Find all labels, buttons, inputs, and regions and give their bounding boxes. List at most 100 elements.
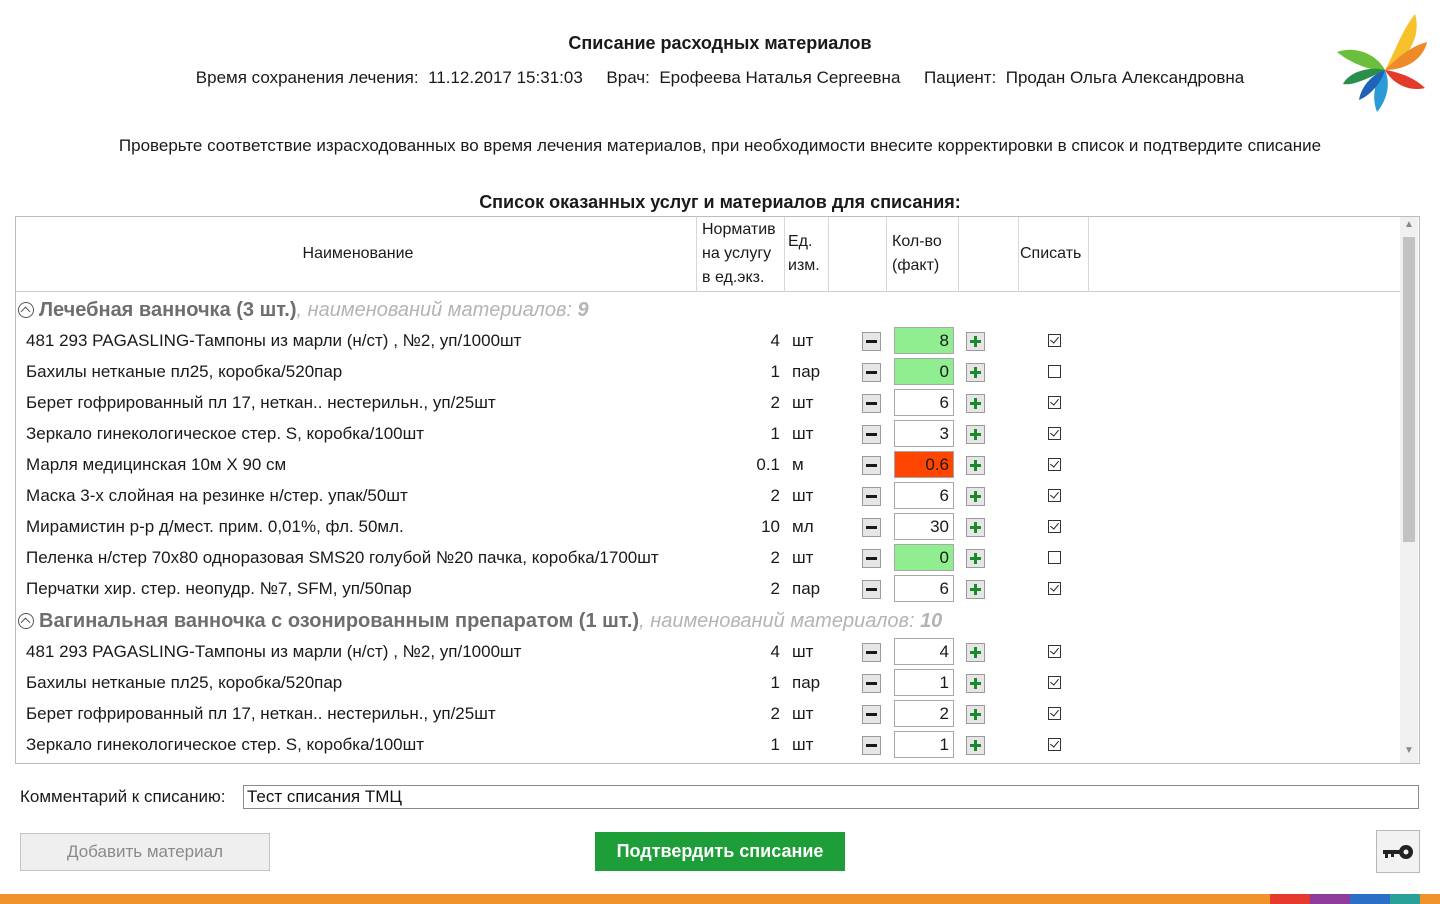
increase-qty-button[interactable] — [966, 332, 985, 351]
column-header-norm-line1: Норматив — [702, 221, 776, 238]
increase-qty-button[interactable] — [966, 425, 985, 444]
table-row: Бахилы нетканые пл25, коробка/520пар 1 пар… — [16, 668, 1400, 699]
decrease-qty-button[interactable] — [862, 736, 881, 755]
column-header-norm-line2: на услугу — [702, 245, 772, 262]
column-header-writeoff[interactable]: Списать — [1020, 217, 1090, 291]
decrease-qty-button[interactable] — [862, 425, 881, 444]
decrease-qty-button[interactable] — [862, 705, 881, 724]
increase-qty-button[interactable] — [966, 674, 985, 693]
scroll-thumb[interactable] — [1403, 237, 1415, 542]
table-row: 481 293 PAGASLING-Тампоны из марли (н/ст… — [16, 637, 1400, 668]
increase-qty-button[interactable] — [966, 643, 985, 662]
qty-input[interactable]: 6 — [894, 575, 954, 602]
writeoff-checkbox[interactable] — [1048, 582, 1061, 595]
column-header-name[interactable]: Наименование — [16, 217, 700, 291]
writeoff-checkbox[interactable] — [1048, 676, 1061, 689]
column-separator — [1088, 217, 1089, 291]
material-unit: шт — [792, 642, 814, 661]
increase-qty-button[interactable] — [966, 518, 985, 537]
increase-qty-button[interactable] — [966, 549, 985, 568]
decrease-qty-button[interactable] — [862, 580, 881, 599]
scroll-up-icon[interactable]: ▲ — [1400, 219, 1418, 235]
bottom-color-bar — [0, 894, 1440, 904]
vertical-scrollbar[interactable]: ▲ ▼ — [1400, 217, 1418, 763]
increase-qty-button[interactable] — [966, 363, 985, 382]
material-norm: 0.1 — [756, 455, 780, 474]
decrease-qty-button[interactable] — [862, 394, 881, 413]
writeoff-checkbox[interactable] — [1048, 551, 1061, 564]
material-norm: 1 — [770, 424, 780, 443]
bottom-bar-segment — [1310, 894, 1350, 904]
writeoff-checkbox[interactable] — [1048, 365, 1061, 378]
column-header-qty[interactable]: Кол-во (факт) — [892, 217, 962, 291]
increase-qty-button[interactable] — [966, 705, 985, 724]
writeoff-checkbox[interactable] — [1048, 427, 1061, 440]
increase-qty-button[interactable] — [966, 394, 985, 413]
qty-input[interactable]: 1 — [894, 731, 954, 758]
key-icon — [1383, 844, 1413, 859]
column-header-qty-line2: (факт) — [892, 257, 940, 274]
qty-input[interactable]: 0 — [894, 358, 954, 385]
qty-input[interactable]: 6 — [894, 389, 954, 416]
decrease-qty-button[interactable] — [862, 487, 881, 506]
decrease-qty-button[interactable] — [862, 674, 881, 693]
writeoff-checkbox[interactable] — [1048, 489, 1061, 502]
material-unit: шт — [792, 393, 814, 412]
group-header[interactable]: Лечебная ванночка (3 шт.), наименований … — [18, 297, 589, 323]
material-name: Берет гофрированный пл 17, неткан.. нест… — [26, 393, 496, 412]
collapse-icon[interactable] — [18, 302, 34, 318]
group-material-count: 9 — [577, 298, 589, 321]
increase-qty-button[interactable] — [966, 456, 985, 475]
decrease-qty-button[interactable] — [862, 643, 881, 662]
add-material-button[interactable]: Добавить материал — [20, 833, 270, 871]
confirm-writeoff-button[interactable]: Подтвердить списание — [595, 832, 845, 871]
qty-input[interactable]: 6 — [894, 482, 954, 509]
materials-table: Наименование Норматив на услугу в ед.экз… — [15, 216, 1420, 764]
save-time-value: 11.12.2017 15:31:03 — [428, 68, 583, 87]
list-title: Список оказанных услуг и материалов для … — [479, 192, 961, 212]
writeoff-checkbox[interactable] — [1048, 707, 1061, 720]
qty-input[interactable]: 2 — [894, 700, 954, 727]
qty-input[interactable]: 8 — [894, 327, 954, 354]
increase-qty-button[interactable] — [966, 736, 985, 755]
material-norm: 2 — [770, 393, 780, 412]
header-divider — [16, 291, 1400, 292]
group-meta-label: , наименований материалов: — [639, 609, 921, 632]
decrease-qty-button[interactable] — [862, 456, 881, 475]
qty-input[interactable]: 0.6 — [894, 451, 954, 478]
qty-input[interactable]: 3 — [894, 420, 954, 447]
qty-input[interactable]: 0 — [894, 544, 954, 571]
column-header-norm[interactable]: Норматив на услугу в ед.экз. — [700, 217, 786, 291]
qty-input[interactable]: 30 — [894, 513, 954, 540]
material-unit: шт — [792, 331, 814, 350]
writeoff-checkbox[interactable] — [1048, 520, 1061, 533]
collapse-icon[interactable] — [18, 613, 34, 629]
increase-qty-button[interactable] — [966, 580, 985, 599]
column-header-unit[interactable]: Ед. изм. — [788, 217, 828, 291]
writeoff-checkbox[interactable] — [1048, 738, 1061, 751]
table-row: 481 293 PAGASLING-Тампоны из марли (н/ст… — [16, 326, 1400, 357]
table-row: Зеркало гинекологическое стер. S, коробк… — [16, 419, 1400, 450]
decrease-qty-button[interactable] — [862, 363, 881, 382]
writeoff-checkbox[interactable] — [1048, 396, 1061, 409]
table-row: Берет гофрированный пл 17, неткан.. нест… — [16, 699, 1400, 730]
group-header[interactable]: Вагинальная ванночка с озонированным пре… — [18, 608, 942, 634]
decrease-qty-button[interactable] — [862, 518, 881, 537]
column-separator — [886, 217, 887, 291]
material-name: Бахилы нетканые пл25, коробка/520пар — [26, 673, 343, 692]
decrease-qty-button[interactable] — [862, 332, 881, 351]
scroll-down-icon[interactable]: ▼ — [1400, 745, 1418, 761]
doctor-label: Врач: — [606, 68, 650, 87]
key-button[interactable] — [1376, 830, 1420, 873]
qty-input[interactable]: 1 — [894, 669, 954, 696]
decrease-qty-button[interactable] — [862, 549, 881, 568]
group-material-count: 10 — [920, 609, 943, 632]
increase-qty-button[interactable] — [966, 487, 985, 506]
table-row: Перчатки хир. стер. неопудр. №7, SFM, уп… — [16, 574, 1400, 605]
writeoff-checkbox[interactable] — [1048, 458, 1061, 471]
material-norm: 10 — [761, 517, 780, 536]
comment-input[interactable]: Тест списания ТМЦ — [243, 785, 1419, 809]
qty-input[interactable]: 4 — [894, 638, 954, 665]
writeoff-checkbox[interactable] — [1048, 334, 1061, 347]
writeoff-checkbox[interactable] — [1048, 645, 1061, 658]
